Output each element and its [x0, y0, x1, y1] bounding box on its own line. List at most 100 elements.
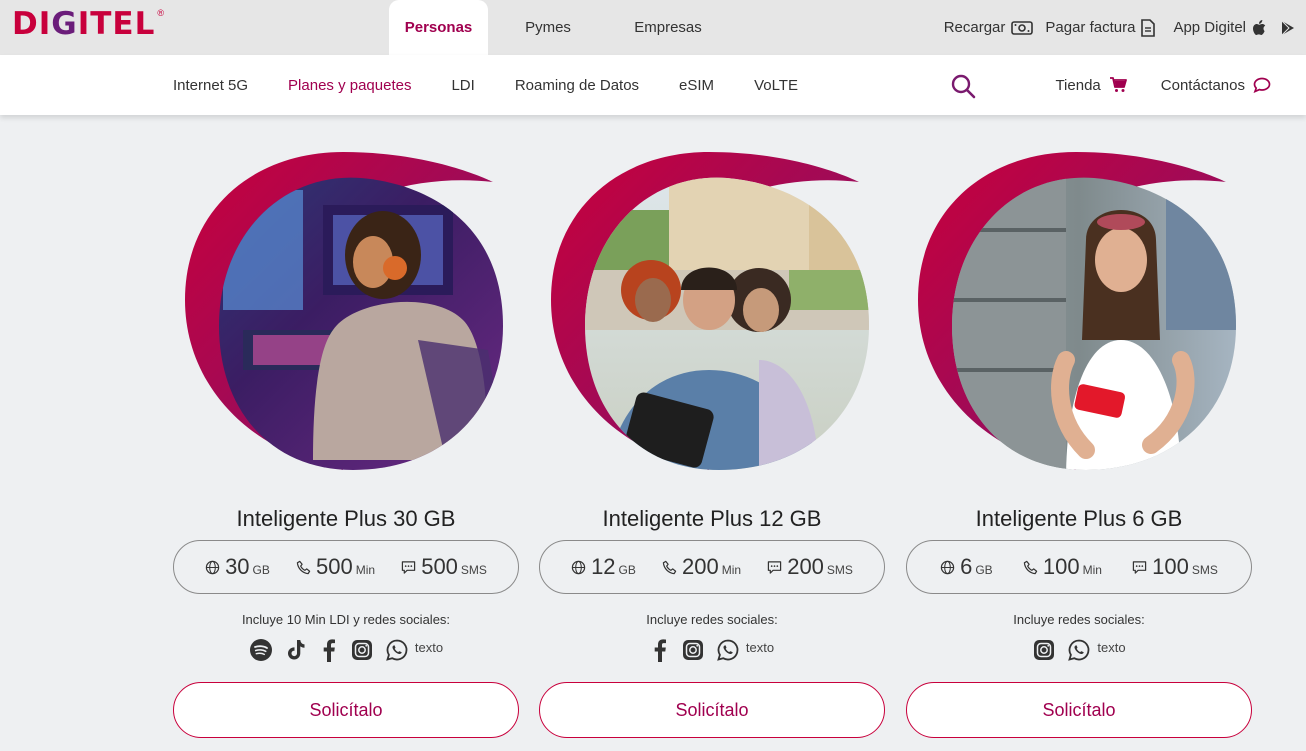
- minutes-unit: Min: [1082, 563, 1102, 577]
- social-icons: texto: [906, 638, 1252, 662]
- tienda-label: Tienda: [1055, 76, 1101, 94]
- search-icon[interactable]: [950, 73, 976, 99]
- spotify-icon: [249, 639, 272, 661]
- data-unit: GB: [252, 563, 270, 577]
- app-digitel-label: App Digitel: [1173, 19, 1246, 36]
- chat-bubble-icon: [1253, 77, 1271, 93]
- plan-image-woman-phone: [918, 152, 1236, 470]
- sms-icon: [1132, 560, 1147, 574]
- phone-icon: [296, 560, 311, 574]
- whatsapp-icon: [1068, 639, 1090, 661]
- sms-stat: 200 SMS: [767, 554, 853, 580]
- minutes-amount: 100: [1042, 554, 1080, 579]
- globe-icon: [205, 560, 220, 574]
- plan-features: 12 GB 200 Min 200 SMS: [539, 540, 885, 594]
- instagram-icon: [682, 640, 703, 660]
- segment-tabs: Personas Pymes Empresas: [389, 0, 728, 55]
- tab-pymes[interactable]: Pymes: [488, 0, 608, 55]
- sms-unit: SMS: [460, 563, 487, 577]
- money-icon: [1011, 20, 1034, 35]
- phone-icon: [662, 560, 677, 574]
- facebook-icon: [654, 639, 666, 662]
- utility-links: Recargar Pagar factura App Digitel: [944, 0, 1296, 55]
- pagar-factura-link[interactable]: Pagar factura: [1045, 18, 1156, 37]
- social-icons: texto: [539, 638, 885, 662]
- includes-text: Incluye 10 Min LDI y redes sociales:: [241, 612, 451, 627]
- nav-internet-5g[interactable]: Internet 5G: [173, 77, 248, 94]
- texto-label: texto: [1097, 639, 1126, 655]
- minutes-amount: 500: [316, 554, 353, 579]
- solicitalo-button[interactable]: Solicítalo: [906, 682, 1252, 738]
- nav-volte[interactable]: VoLTE: [754, 77, 798, 94]
- instagram-icon: [1034, 640, 1055, 660]
- contactanos-label: Contáctanos: [1160, 76, 1245, 94]
- cart-icon: [1109, 77, 1127, 92]
- sms-stat: 100 SMS: [1132, 554, 1218, 580]
- includes-text: Incluye redes sociales:: [1013, 612, 1145, 627]
- data-stat: 6 GB: [940, 554, 993, 580]
- tienda-link[interactable]: Tienda: [1055, 76, 1127, 94]
- data-unit: GB: [975, 563, 993, 577]
- data-stat: 30 GB: [205, 554, 270, 580]
- app-digitel-link[interactable]: App Digitel: [1173, 19, 1296, 36]
- plan-image-friends-selfie: [551, 152, 869, 470]
- data-amount: 6: [960, 554, 973, 579]
- main-nav: Internet 5G Planes y paquetes LDI Roamin…: [0, 55, 1306, 115]
- texto-label: texto: [745, 639, 775, 655]
- solicitalo-button[interactable]: Solicítalo: [539, 682, 885, 738]
- minutes-unit: Min: [721, 563, 742, 577]
- plan-image-gamer: [185, 152, 503, 470]
- plan-features: 30 GB 500 Min 500 SMS: [173, 540, 519, 594]
- nav-planes-y-paquetes[interactable]: Planes y paquetes: [288, 77, 411, 94]
- social-icons: texto: [173, 638, 519, 662]
- tab-empresas[interactable]: Empresas: [608, 0, 728, 55]
- phone-icon: [1023, 560, 1038, 574]
- plan-card: Inteligente Plus 12 GB 12 GB 200 Min 200…: [539, 150, 885, 740]
- apple-icon[interactable]: [1252, 19, 1266, 36]
- minutes-stat: 200 Min: [662, 554, 741, 580]
- sms-unit: SMS: [1191, 563, 1218, 577]
- sms-unit: SMS: [826, 563, 853, 577]
- nav-right: Tienda Contáctanos: [1055, 55, 1271, 115]
- plan-title: Inteligente Plus 12 GB: [602, 506, 822, 531]
- texto-label: texto: [414, 639, 444, 655]
- sms-icon: [402, 560, 416, 574]
- sms-stat: 500 SMS: [401, 554, 487, 580]
- data-unit: GB: [618, 563, 636, 577]
- globe-icon: [940, 560, 955, 574]
- solicitalo-button[interactable]: Solicítalo: [173, 682, 519, 738]
- recargar-link[interactable]: Recargar: [944, 19, 1034, 36]
- plan-card: Inteligente Plus 6 GB 6 GB 100 Min 100 S…: [906, 150, 1252, 740]
- minutes-amount: 200: [682, 554, 719, 579]
- nav-esim[interactable]: eSIM: [679, 77, 714, 94]
- top-bar: DIGITEL ® Personas Pymes Empresas Recarga…: [0, 0, 1306, 55]
- pagar-factura-label: Pagar factura: [1045, 19, 1136, 36]
- includes-text: Incluye redes sociales:: [646, 612, 778, 627]
- data-amount: 12: [591, 554, 616, 579]
- sms-amount: 500: [421, 554, 458, 579]
- digitel-logo[interactable]: DIGITEL ®: [12, 4, 164, 54]
- nav-links: Internet 5G Planes y paquetes LDI Roamin…: [173, 55, 798, 115]
- whatsapp-icon: [717, 639, 739, 661]
- recargar-label: Recargar: [943, 19, 1006, 36]
- globe-icon: [571, 560, 586, 574]
- minutes-stat: 100 Min: [1023, 554, 1102, 580]
- plan-card: Inteligente Plus 30 GB 30 GB 500 Min 500…: [173, 150, 519, 740]
- nav-ldi[interactable]: LDI: [451, 77, 474, 94]
- tab-personas[interactable]: Personas: [389, 0, 488, 55]
- nav-roaming-de-datos[interactable]: Roaming de Datos: [515, 77, 639, 94]
- plan-features: 6 GB 100 Min 100 SMS: [906, 540, 1252, 594]
- sms-icon: [768, 560, 782, 574]
- whatsapp-icon: [386, 639, 408, 661]
- minutes-unit: Min: [355, 563, 376, 577]
- data-amount: 30: [225, 554, 250, 579]
- data-stat: 12 GB: [571, 554, 636, 580]
- facebook-icon: [323, 639, 335, 662]
- plan-title: Inteligente Plus 6 GB: [975, 506, 1183, 531]
- instagram-icon: [351, 640, 372, 660]
- google-play-icon[interactable]: [1280, 20, 1296, 36]
- contactanos-link[interactable]: Contáctanos: [1161, 77, 1271, 94]
- tiktok-icon: [287, 640, 305, 660]
- sms-amount: 100: [1152, 554, 1189, 579]
- minutes-stat: 500 Min: [296, 554, 375, 580]
